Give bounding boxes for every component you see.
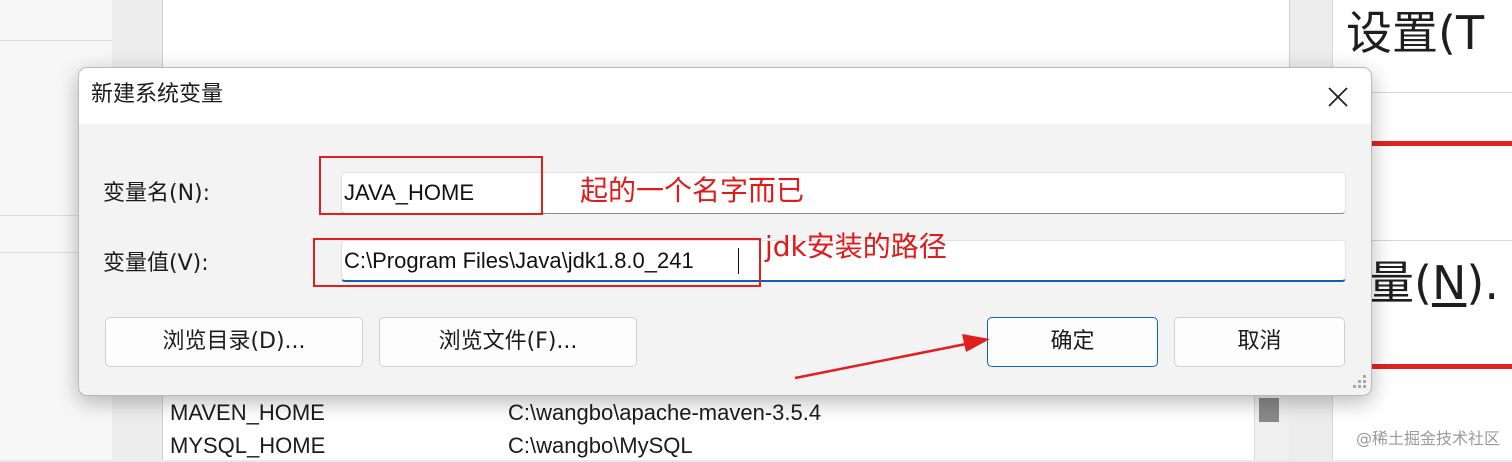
- watermark: @稀土掘金技术社区: [1355, 429, 1500, 448]
- annotation-arrow: [794, 334, 990, 380]
